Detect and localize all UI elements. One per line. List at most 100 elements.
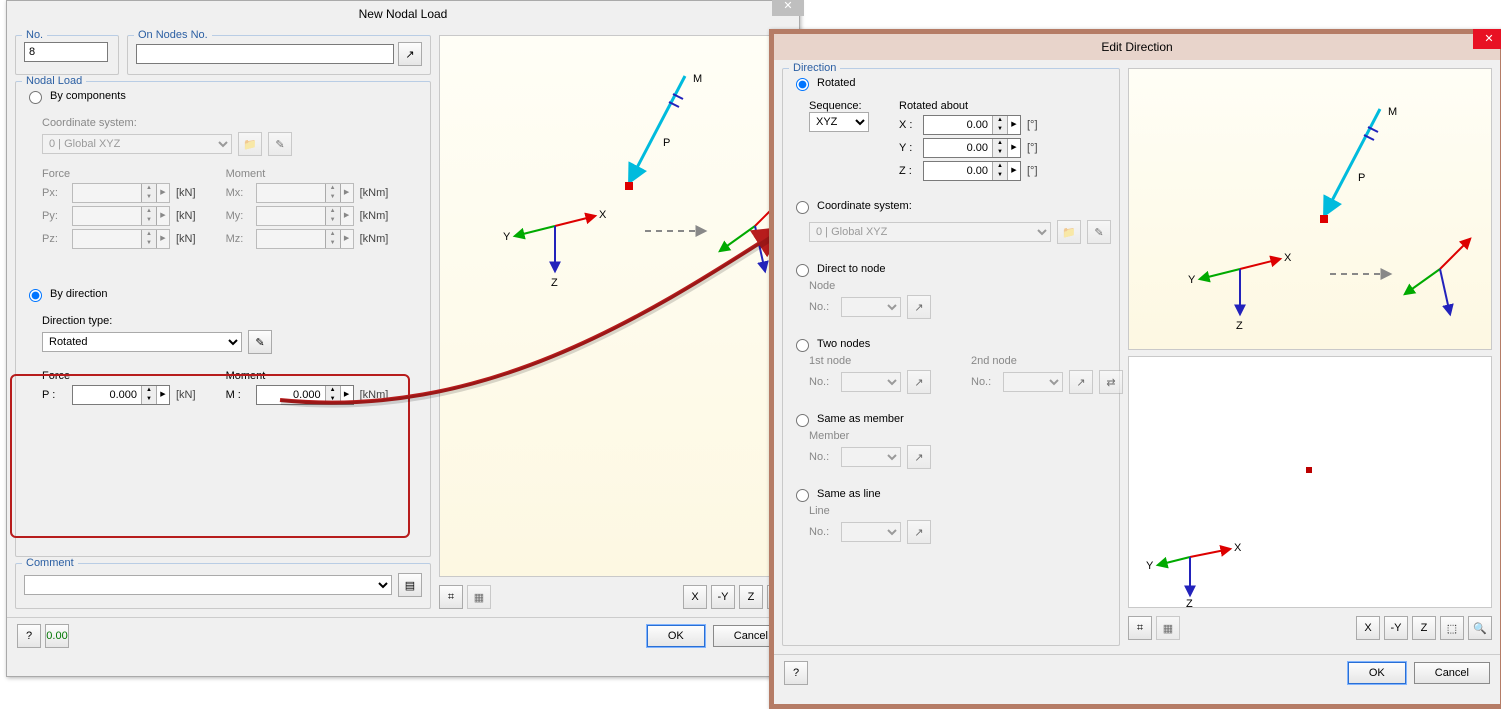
on-nodes-label: On Nodes No. [134,29,212,41]
svg-text:M: M [1388,106,1397,118]
node-no-select [841,297,901,317]
direction-type-label: Direction type: [42,315,422,327]
coord-sys-label: Coordinate system: [42,117,422,129]
node2-select [1003,372,1063,392]
rotated-about-label: Rotated about [899,100,1038,112]
rot-x-input[interactable]: 0.00▲▼▶ [923,115,1021,135]
node-label: Node [809,280,1111,292]
by-components-radio[interactable]: By components [24,88,126,104]
second-node-label: 2nd node [971,355,1123,367]
view-x-icon[interactable]: X [1356,616,1380,640]
units-icon[interactable]: 0.00 [45,624,69,648]
line-label: Line [809,505,1111,517]
view-z-icon[interactable]: Z [1412,616,1436,640]
mz-input: ▲▼▶ [256,229,354,249]
new-nodal-load-dialog: New Nodal Load ✕ No. On Nodes No. ↗ [6,0,800,677]
pick-node-icon: ↗ [907,295,931,319]
comment-combo[interactable] [24,575,392,595]
rot-y-input[interactable]: 0.00▲▼▶ [923,138,1021,158]
coord-sys-select: 0 | Global XYZ [809,222,1051,242]
sequence-select[interactable]: XYZ [809,112,869,132]
toolbar-isometric-icon[interactable]: ⌗ [1128,616,1152,640]
nodal-load-label: Nodal Load [22,75,86,87]
node1-select [841,372,901,392]
pick-nodes-icon[interactable]: ↗ [398,42,422,66]
comment-library-icon[interactable]: ▤ [398,573,422,597]
help-icon[interactable]: ? [784,661,808,685]
svg-text:X: X [1284,252,1292,264]
no-input[interactable] [24,42,108,62]
coord-sys-radio[interactable]: Coordinate system: [791,198,912,214]
edit-direction-dialog: Edit Direction ✕ Direction Rotated Seque… [769,29,1501,709]
edit-coord-icon: ✎ [268,132,292,156]
close-button[interactable]: ✕ [772,0,804,16]
rot-z-input[interactable]: 0.00▲▼▶ [923,161,1021,181]
cancel-button[interactable]: Cancel [1414,662,1490,684]
ok-button[interactable]: OK [1348,662,1406,684]
my-input: ▲▼▶ [256,206,354,226]
svg-text:Y: Y [1188,274,1196,286]
edit-direction-button[interactable]: ✎ [248,330,272,354]
pick-node1-icon: ↗ [907,370,931,394]
help-icon[interactable]: ? [17,624,41,648]
preview-pane-main: X Y Z M P [439,35,791,577]
mx-input: ▲▼▶ [256,183,354,203]
by-direction-radio[interactable]: By direction [24,286,107,302]
svg-text:Z: Z [1186,598,1193,607]
view-y-icon[interactable]: -Y [711,585,735,609]
svg-text:P: P [663,137,670,149]
view-z-icon[interactable]: Z [739,585,763,609]
coord-sys-select: 0 | Global XYZ [42,134,232,154]
sequence-label: Sequence: [809,100,869,112]
line-no-select [841,522,901,542]
edit-cs-icon: ✎ [1087,220,1111,244]
first-node-label: 1st node [809,355,931,367]
pick-node2-icon: ↗ [1069,370,1093,394]
rotated-radio[interactable]: Rotated [791,75,856,91]
dialog2-titlebar: Edit Direction ✕ [774,34,1500,60]
dialog2-title: Edit Direction [1101,40,1172,54]
direct-node-radio[interactable]: Direct to node [791,261,885,277]
pick-line-icon: ↗ [907,520,931,544]
comment-label: Comment [22,557,78,569]
direction-label: Direction [789,62,840,74]
svg-text:M: M [693,73,702,85]
close-button[interactable]: ✕ [1473,29,1501,49]
svg-text:X: X [599,209,607,221]
view-3d-icon[interactable]: ⬚ [1440,616,1464,640]
px-input: ▲▼▶ [72,183,170,203]
svg-text:P: P [1358,172,1365,184]
pz-input: ▲▼▶ [72,229,170,249]
svg-text:Y: Y [1146,560,1154,572]
swap-nodes-icon: ⇄ [1099,370,1123,394]
toolbar-view-icon: ▦ [1156,616,1180,640]
preview-pane-top: X Y Z M P [1128,68,1492,350]
dialog-titlebar: New Nodal Load ✕ [7,1,799,27]
svg-text:Z: Z [1236,320,1243,332]
same-line-radio[interactable]: Same as line [791,486,881,502]
py-input: ▲▼▶ [72,206,170,226]
member-no-select [841,447,901,467]
dialog-title: New Nodal Load [359,7,448,21]
highlight-annotation [10,374,410,538]
force-label: Force [42,168,196,180]
view-y-icon[interactable]: -Y [1384,616,1408,640]
same-member-radio[interactable]: Same as member [791,411,904,427]
pick-member-icon: ↗ [907,445,931,469]
ok-button[interactable]: OK [647,625,705,647]
two-nodes-radio[interactable]: Two nodes [791,336,870,352]
svg-text:Z: Z [551,277,558,289]
no-label: No. [22,29,47,41]
svg-text:X: X [1234,542,1242,554]
preview-pane-bottom: X Y Z [1128,356,1492,608]
moment-label: Moment [226,168,389,180]
member-label: Member [809,430,1111,442]
svg-text:Y: Y [503,231,511,243]
on-nodes-input[interactable] [136,44,394,64]
toolbar-view-icon: ▦ [467,585,491,609]
view-x-icon[interactable]: X [683,585,707,609]
new-cs-icon: 📁 [1057,220,1081,244]
direction-type-select[interactable]: Rotated [42,332,242,352]
toolbar-isometric-icon[interactable]: ⌗ [439,585,463,609]
view-fit-icon[interactable]: 🔍 [1468,616,1492,640]
